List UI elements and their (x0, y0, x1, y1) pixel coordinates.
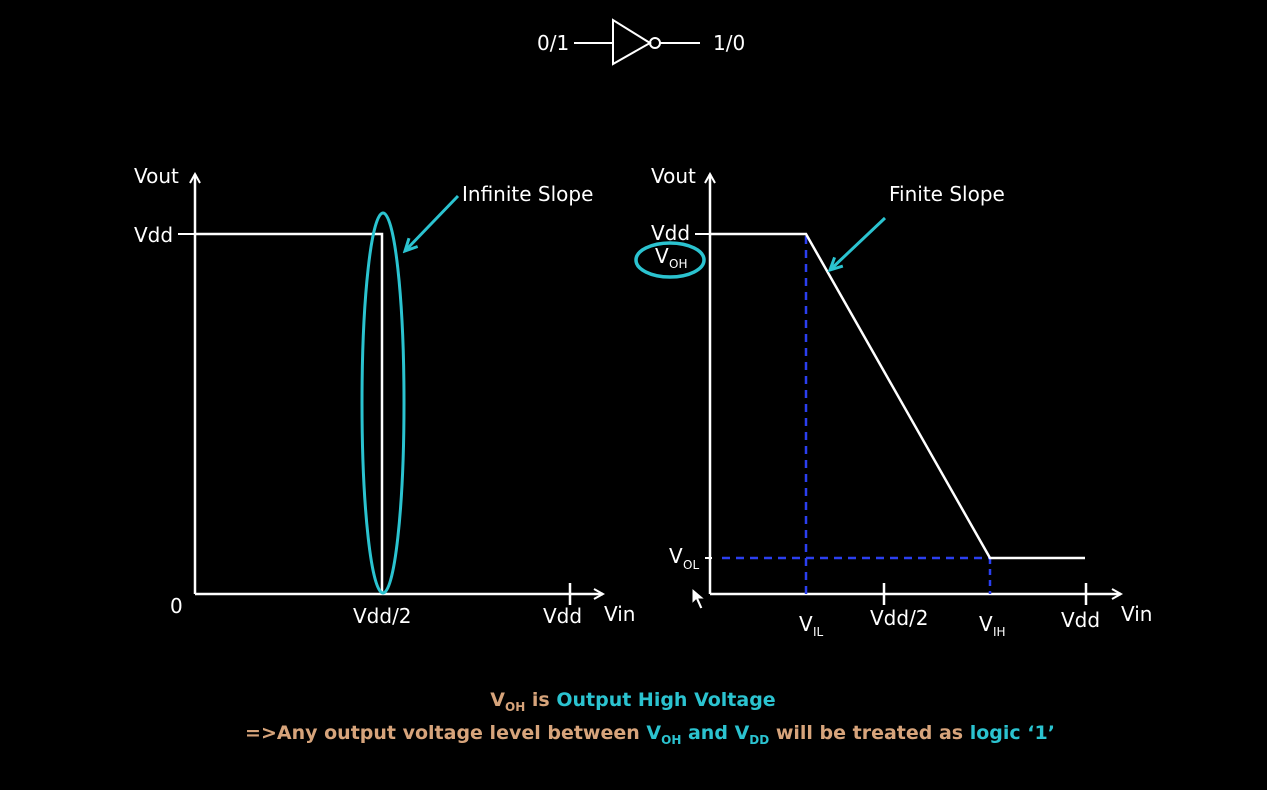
left-x-axis-label: Vin (604, 602, 635, 626)
right-mid-tick-label: Vdd/2 (870, 606, 929, 630)
finite-slope-label: Finite Slope (889, 182, 1005, 206)
caption-1-v-sub: OH (505, 700, 525, 714)
caption-line-2: =>Any output voltage level between VOH a… (245, 722, 1055, 747)
caption-1-is: is (525, 689, 556, 711)
caption-2-prefix: =>Any output voltage level between (245, 722, 646, 744)
left-vdd-tick-label: Vdd (134, 223, 173, 247)
inverter-input-label: 0/1 (537, 31, 569, 55)
left-transfer-curve (195, 232, 384, 594)
voh-label: V (655, 244, 669, 268)
caption: VOH is Output High Voltage =>Any output … (245, 689, 1055, 747)
right-transfer-curve (710, 232, 1085, 560)
right-end-tick-label: Vdd (1061, 608, 1100, 632)
caption-1-v: V (490, 689, 505, 711)
left-graph: Vout Vdd 0 Vdd/2 Vdd Vin Infinite Slope (134, 164, 635, 628)
inverter-symbol: 0/1 1/0 (537, 18, 745, 66)
left-y-axis-label: Vout (134, 164, 179, 188)
vol-label: V (669, 544, 683, 568)
right-graph: Vout Vdd V OH V OL V IL Vdd/2 V IH Vdd V… (634, 164, 1152, 639)
inverter-output-label: 1/0 (713, 31, 745, 55)
voh-label-sub: OH (669, 257, 687, 271)
caption-2-middle: will be treated as (769, 722, 970, 744)
infinite-slope-arrow (405, 194, 460, 251)
caption-2-v1-sub: OH (661, 733, 681, 747)
vil-label: V (799, 612, 813, 636)
caption-2-v2: V (735, 722, 750, 744)
vol-label-sub: OL (683, 558, 699, 572)
left-mid-tick-label: Vdd/2 (353, 604, 412, 628)
diagram-canvas: 0/1 1/0 Vout Vdd 0 Vdd/2 Vdd Vin Infinit… (134, 18, 1152, 747)
infinite-slope-label: Infinite Slope (462, 182, 593, 206)
left-origin-label: 0 (170, 594, 183, 618)
vil-label-sub: IL (813, 625, 824, 639)
caption-2-and: and (681, 722, 734, 744)
caption-2-v2-sub: DD (749, 733, 769, 747)
finite-slope-arrow (830, 216, 887, 270)
caption-2-v1: V (646, 722, 661, 744)
caption-2-accent: logic ‘1’ (970, 722, 1055, 744)
caption-1-accent: Output High Voltage (556, 689, 775, 711)
mouse-cursor-icon (691, 586, 707, 610)
slide: 0/1 1/0 Vout Vdd 0 Vdd/2 Vdd Vin Infinit… (0, 0, 1267, 790)
left-end-tick-label: Vdd (543, 604, 582, 628)
right-y-axis-label: Vout (651, 164, 696, 188)
vih-label: V (979, 612, 993, 636)
inverter-triangle (612, 18, 652, 66)
right-x-axis-label: Vin (1121, 602, 1152, 626)
caption-line-1: VOH is Output High Voltage (490, 689, 775, 714)
vih-label-sub: IH (993, 625, 1006, 639)
